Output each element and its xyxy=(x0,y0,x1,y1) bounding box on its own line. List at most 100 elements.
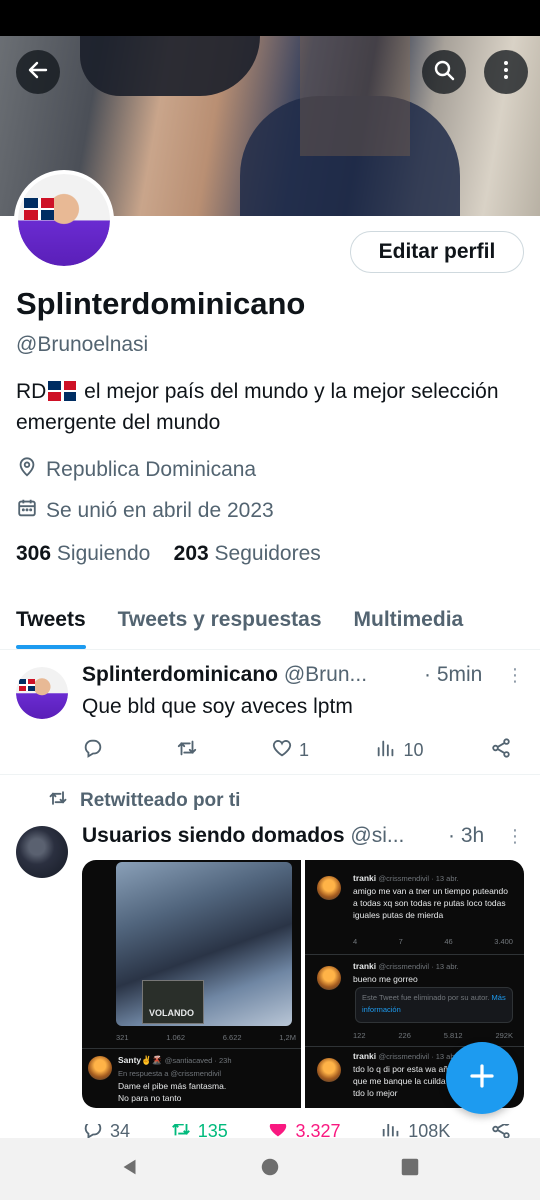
views-button[interactable]: 108K xyxy=(380,1124,450,1138)
arrow-left-icon xyxy=(26,58,50,87)
retweet-icon xyxy=(48,788,68,814)
tweet-time: · 3h xyxy=(448,824,485,847)
views-icon xyxy=(375,737,397,764)
edit-profile-button[interactable]: Editar perfil xyxy=(350,231,524,273)
joined-text: Se unió en abril de 2023 xyxy=(46,499,274,522)
poster-text: VOLANDO xyxy=(149,1008,194,1018)
location-text: Republica Dominicana xyxy=(46,458,257,481)
mini-stat: 321 xyxy=(116,1033,129,1042)
profile-display-name: Splinterdominicano xyxy=(16,286,306,321)
mini-stat: 5.812 xyxy=(443,1031,463,1040)
mini-handle: @crissmendivil · 13 abr. xyxy=(378,874,459,883)
retweeted-label: Retwitteado por ti xyxy=(80,790,241,811)
tweet-more-icon[interactable]: ⋮ xyxy=(506,665,524,685)
mini-stat: 4 xyxy=(353,937,358,946)
tab-tweets[interactable]: Tweets xyxy=(0,598,102,649)
mini-text: bueno me gorreo xyxy=(353,974,418,984)
mini-stat: 292K xyxy=(495,1031,513,1040)
tweet-actions: 1 10 xyxy=(82,737,512,764)
bio-prefix: RD xyxy=(16,380,47,403)
compose-tweet-button[interactable] xyxy=(446,1042,518,1114)
reply-button[interactable]: 34 xyxy=(82,1124,130,1138)
tweet-header: Usuarios siendo domados @si... xyxy=(82,824,442,848)
calendar-icon xyxy=(16,497,38,525)
like-button[interactable]: 1 xyxy=(271,737,309,764)
follow-stats: 306 Siguiendo 203 Seguidores xyxy=(16,542,321,566)
mini-reply-text: No para no tanto xyxy=(118,1093,182,1103)
followers-count: 203 xyxy=(173,542,209,565)
reply-count: 34 xyxy=(110,1124,131,1138)
status-bar xyxy=(0,0,540,36)
share-button[interactable] xyxy=(490,737,512,764)
like-button[interactable]: 3.327 xyxy=(267,1124,341,1138)
mini-stat: 226 xyxy=(398,1031,411,1040)
plus-icon xyxy=(467,1061,497,1096)
retweet-icon xyxy=(170,1124,192,1138)
more-vertical-icon xyxy=(494,58,518,87)
following-link[interactable]: 306 Siguiendo xyxy=(16,542,150,565)
views-button[interactable]: 10 xyxy=(375,737,424,764)
retweet-button[interactable]: 135 xyxy=(170,1124,228,1138)
profile-tabs: Tweets Tweets y respuestas Multimedia xyxy=(0,598,540,650)
mini-stats: 321 1.062 6.622 1,2M xyxy=(116,1032,296,1044)
heart-icon xyxy=(267,1124,289,1138)
reply-icon xyxy=(82,1124,104,1138)
poster: VOLANDO xyxy=(142,980,204,1024)
search-button[interactable] xyxy=(422,50,466,94)
tweet-avatar[interactable] xyxy=(16,667,68,719)
tweet[interactable]: Splinterdominicano @Brun... · 5min ⋮ Que… xyxy=(0,651,540,775)
more-options-button[interactable] xyxy=(484,50,528,94)
mini-stats: 4 7 46 3.400 xyxy=(353,936,513,948)
search-icon xyxy=(432,58,456,87)
heart-icon xyxy=(271,737,293,764)
deleted-notice: Este Tweet fue eliminado por su autor. M… xyxy=(362,992,510,1016)
views-icon xyxy=(380,1124,402,1138)
mini-reply-text: Dame el pibe más fantasma. xyxy=(118,1081,227,1091)
tweet-author-name[interactable]: Usuarios siendo domados xyxy=(82,824,345,847)
mini-name: tranki xyxy=(353,873,377,883)
like-count: 3.327 xyxy=(295,1124,341,1138)
retweeted-indicator: Retwitteado por ti xyxy=(48,788,240,814)
tweet-author-name[interactable]: Splinterdominicano xyxy=(82,663,278,686)
dominican-flag-icon xyxy=(48,381,77,401)
share-icon xyxy=(490,737,512,764)
mini-reply-name: Santy✌️🌋 xyxy=(118,1055,163,1065)
retweet-button[interactable] xyxy=(176,737,204,764)
mini-stat: 6.622 xyxy=(222,1033,242,1042)
followers-link[interactable]: 203 Seguidores xyxy=(174,542,321,565)
bio-text: el mejor país del mundo y la mejor selec… xyxy=(16,380,499,434)
back-triangle-icon[interactable] xyxy=(119,1156,141,1183)
tweet-time: · 5min xyxy=(424,663,483,686)
tweet-avatar[interactable] xyxy=(16,826,68,878)
tab-tweets-and-replies[interactable]: Tweets y respuestas xyxy=(102,598,338,649)
retweet-count: 135 xyxy=(197,1124,228,1138)
share-icon xyxy=(490,1124,512,1138)
tweet-more-icon[interactable]: ⋮ xyxy=(506,826,524,846)
like-count: 1 xyxy=(298,740,309,760)
mini-avatar xyxy=(317,1058,341,1082)
share-button[interactable] xyxy=(490,1124,512,1138)
profile-location: Republica Dominicana xyxy=(16,456,256,484)
mini-stat: 122 xyxy=(353,1031,366,1040)
back-button[interactable] xyxy=(16,50,60,94)
mini-stat: 3.400 xyxy=(494,937,513,946)
tab-media[interactable]: Multimedia xyxy=(338,598,480,649)
mini-text: amigo me van a tner un tiempo puteando a… xyxy=(353,886,508,920)
mini-name: tranki xyxy=(353,961,377,971)
mini-avatar xyxy=(317,876,341,900)
profile-joined: Se unió en abril de 2023 xyxy=(16,497,274,525)
location-pin-icon xyxy=(16,456,38,484)
reply-button[interactable] xyxy=(82,737,110,764)
mini-reply-to: En respuesta a @crissmendivil xyxy=(118,1069,222,1078)
tweet-author-handle: @Brun... xyxy=(283,663,368,686)
mini-tweet: tranki @crissmendivil · 13 abr. amigo me… xyxy=(353,872,513,921)
profile-avatar[interactable] xyxy=(14,170,114,270)
recents-square-icon[interactable] xyxy=(399,1156,421,1183)
media-image-left[interactable]: VOLANDO 321 1.062 6.622 1,2M Santy✌️🌋 @s… xyxy=(82,860,301,1108)
mini-reply-handle: @santiacaved · 23h xyxy=(164,1056,232,1065)
tweet-header: Splinterdominicano @Brun... xyxy=(82,663,412,687)
views-count: 108K xyxy=(408,1124,451,1138)
home-circle-icon[interactable] xyxy=(259,1156,281,1183)
mini-stat: 1.062 xyxy=(166,1033,186,1042)
profile-handle: @Brunoelnasi xyxy=(16,333,149,356)
